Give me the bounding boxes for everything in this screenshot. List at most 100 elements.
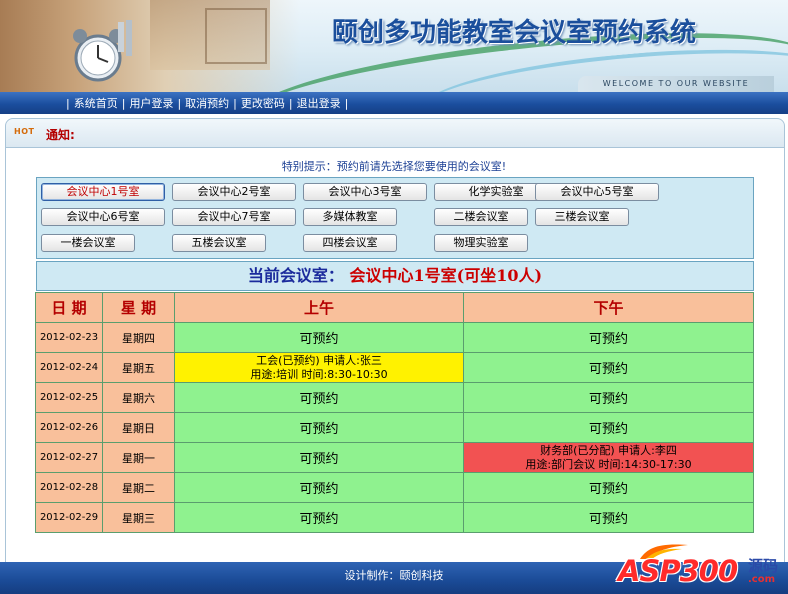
room-button-center-6[interactable]: 会议中心6号室	[41, 208, 165, 226]
row-weekday: 星期一	[102, 442, 175, 473]
slot-am-free[interactable]: 可预约	[174, 502, 464, 533]
table-row: 2012-02-25 星期六 可预约 可预约	[35, 382, 754, 413]
room-button-floor-1[interactable]: 一楼会议室	[41, 234, 135, 252]
nav-separator: |	[177, 96, 182, 110]
room-button-multimedia[interactable]: 多媒体教室	[303, 208, 397, 226]
nav-separator: |	[66, 96, 70, 110]
row-date: 2012-02-26	[35, 412, 103, 443]
table-row: 2012-02-27 星期一 可预约 财务部(已分配) 申请人:李四 用途:部门会议 时…	[35, 442, 754, 473]
table-row: 2012-02-24 星期五 工会(已预约) 申请人:张三 用途:培训 时间:8:30…	[35, 352, 754, 383]
current-room-value: 会议中心1号室(可坐10人)	[349, 266, 543, 285]
slot-am-booked: 工会(已预约) 申请人:张三 用途:培训 时间:8:30-10:30	[174, 352, 464, 383]
slot-am-free[interactable]: 可预约	[174, 412, 464, 443]
row-weekday: 星期六	[102, 382, 175, 413]
table-row: 2012-02-26 星期日 可预约 可预约	[35, 412, 754, 443]
row-date: 2012-02-23	[35, 322, 103, 353]
slot-pm-free[interactable]: 可预约	[463, 502, 754, 533]
nav-item-cancel-booking[interactable]: 取消预约	[185, 95, 229, 111]
row-weekday: 星期五	[102, 352, 175, 383]
row-date: 2012-02-27	[35, 442, 103, 473]
logo-cn-text: 源码	[748, 557, 779, 575]
logo-com-text: .com	[748, 574, 776, 585]
room-button-floor-3[interactable]: 三楼会议室	[535, 208, 629, 226]
table-row: 2012-02-28 星期二 可预约 可预约	[35, 472, 754, 503]
row-weekday: 星期日	[102, 412, 175, 443]
nav-separator: |	[233, 96, 237, 110]
row-date: 2012-02-24	[35, 352, 103, 383]
nav-separator: |	[288, 96, 293, 110]
room-button-center-1[interactable]: 会议中心1号室	[41, 183, 165, 201]
asp300-logo: ASP300 源码 .com	[616, 541, 788, 594]
header-weekday: 星 期	[102, 292, 175, 323]
slot-line: 可预约	[588, 392, 628, 407]
room-button-floor-2[interactable]: 二楼会议室	[434, 208, 528, 226]
slot-am-free[interactable]: 可预约	[174, 442, 464, 473]
slot-pm-free[interactable]: 可预约	[463, 322, 754, 353]
room-button-physics-lab[interactable]: 物理实验室	[434, 234, 528, 252]
current-room-banner: 当前会议室： 会议中心1号室(可坐10人)	[36, 261, 754, 291]
slot-line: 可预约	[588, 482, 628, 497]
slot-line: 可预约	[299, 422, 339, 437]
row-weekday: 星期二	[102, 472, 175, 503]
room-button-center-2[interactable]: 会议中心2号室	[172, 183, 296, 201]
slot-line: 可预约	[588, 362, 628, 377]
booking-hint: 特别提示：预约前请先选择您要使用的会议室!	[281, 160, 507, 173]
slot-pm-free[interactable]: 可预约	[463, 412, 754, 443]
nav-separator: |	[344, 96, 349, 110]
row-date: 2012-02-29	[35, 502, 103, 533]
slot-pm-free[interactable]: 可预约	[463, 472, 754, 503]
header-cabinet-frame	[205, 8, 267, 64]
schedule-body: 2012-02-23 星期四 可预约 可预约 2012-02-24 星期五 工会(已预约) …	[35, 322, 754, 533]
alarm-clock-icon	[73, 20, 132, 82]
page-header: 颐创多功能教室会议室预约系统 WELCOME TO OUR WEBSITE	[0, 0, 788, 92]
current-room-label: 当前会议室：	[247, 266, 344, 285]
row-weekday: 星期四	[102, 322, 175, 353]
header-afternoon: 下午	[463, 292, 754, 323]
table-row: 2012-02-29 星期三 可预约 可预约	[35, 502, 754, 533]
slot-line: 用途:培训 时间:8:30-10:30	[250, 367, 388, 381]
room-button-center-5[interactable]: 会议中心5号室	[535, 183, 659, 201]
slot-line: 可预约	[588, 332, 628, 347]
room-button-center-3[interactable]: 会议中心3号室	[303, 183, 427, 201]
main-nav: | 系统首页 | 用户登录 | 取消预约 | 更改密码 | 退出登录 |	[62, 92, 352, 114]
slot-pm-free[interactable]: 可预约	[463, 382, 754, 413]
slot-line: 可预约	[299, 332, 339, 347]
header-morning: 上午	[174, 292, 464, 323]
slot-am-free[interactable]: 可预约	[174, 472, 464, 503]
room-button-floor-5[interactable]: 五楼会议室	[172, 234, 266, 252]
slot-line: 可预约	[299, 392, 339, 407]
row-date: 2012-02-28	[35, 472, 103, 503]
slot-line: 财务部(已分配) 申请人:李四	[540, 443, 677, 457]
slot-pm-free[interactable]: 可预约	[463, 352, 754, 383]
schedule-header-row: 日 期 星 期 上午 下午	[35, 292, 754, 323]
slot-line: 可预约	[299, 452, 339, 467]
slot-line: 可预约	[299, 482, 339, 497]
nav-separator: |	[121, 96, 126, 110]
schedule-table: 日 期 星 期 上午 下午 2012-02-23 星期四 可预约 可预约 2012-02…	[35, 292, 754, 533]
slot-line: 可预约	[588, 512, 628, 527]
slot-pm-assigned: 财务部(已分配) 申请人:李四 用途:部门会议 时间:14:30-17:30	[463, 442, 754, 473]
slot-am-free[interactable]: 可预约	[174, 382, 464, 413]
hot-icon: HOT	[14, 127, 35, 136]
nav-item-logout[interactable]: 退出登录	[297, 95, 341, 111]
room-button-center-7[interactable]: 会议中心7号室	[172, 208, 296, 226]
nav-item-login[interactable]: 用户登录	[129, 95, 173, 111]
nav-bar: | 系统首页 | 用户登录 | 取消预约 | 更改密码 | 退出登录 |	[0, 92, 788, 114]
header-date: 日 期	[35, 292, 103, 323]
table-row: 2012-02-23 星期四 可预约 可预约	[35, 322, 754, 353]
site-title: 颐创多功能教室会议室预约系统	[332, 18, 697, 48]
nav-item-change-password[interactable]: 更改密码	[241, 95, 285, 111]
slot-line: 用途:部门会议 时间:14:30-17:30	[525, 457, 692, 471]
nav-item-home[interactable]: 系统首页	[74, 95, 118, 111]
slot-line: 可预约	[299, 512, 339, 527]
notice-label: 通知:	[46, 128, 75, 142]
room-button-floor-4[interactable]: 四楼会议室	[303, 234, 397, 252]
row-date: 2012-02-25	[35, 382, 103, 413]
slot-line: 工会(已预约) 申请人:张三	[256, 353, 382, 367]
room-selector: 会议中心1号室 会议中心2号室 会议中心3号室 化学实验室 会议中心5号室 会议…	[36, 177, 754, 259]
slot-am-free[interactable]: 可预约	[174, 322, 464, 353]
slot-line: 可预约	[588, 422, 628, 437]
welcome-banner: WELCOME TO OUR WEBSITE	[578, 76, 774, 92]
logo-asp-text: ASP300	[618, 554, 738, 588]
row-weekday: 星期三	[102, 502, 175, 533]
